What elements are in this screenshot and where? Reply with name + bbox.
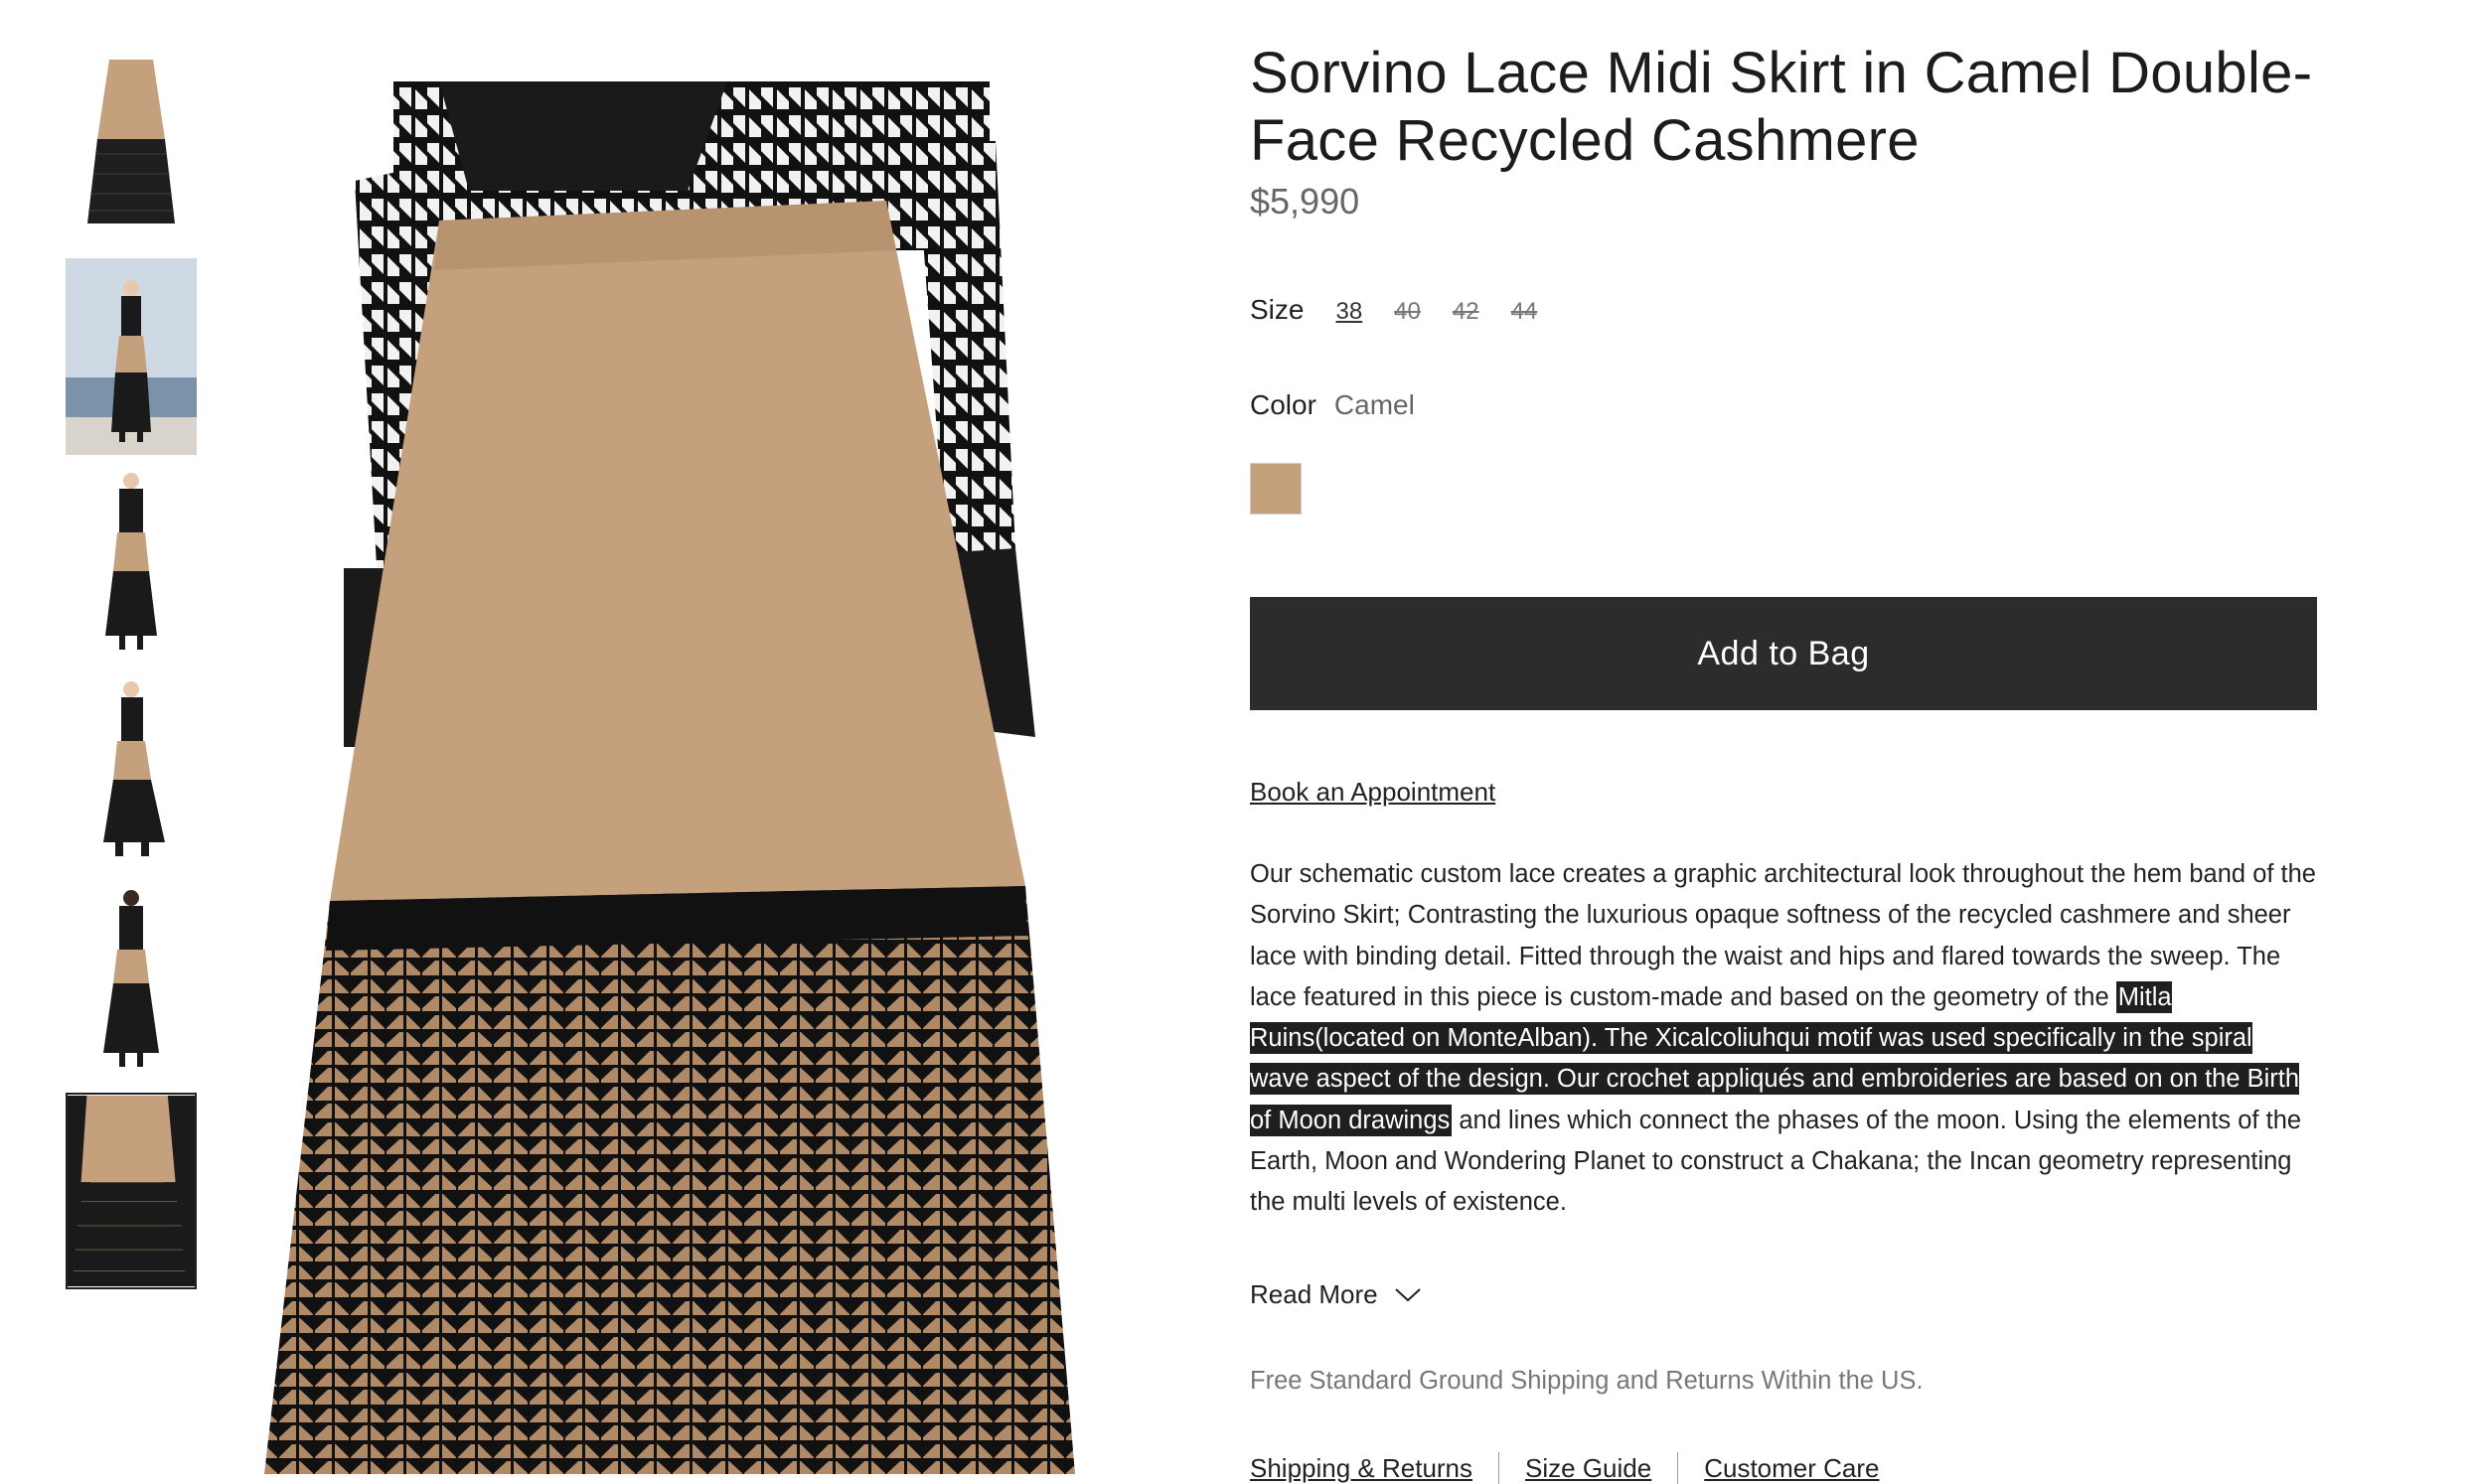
- thumbnail-model-side[interactable]: [66, 675, 197, 872]
- read-more-toggle[interactable]: Read More: [1250, 1279, 1422, 1310]
- product-info-panel: Sorvino Lace Midi Skirt in Camel Double-…: [1250, 40, 2317, 1484]
- thumbnail-skirt-flat[interactable]: [66, 50, 197, 246]
- shipping-returns-link[interactable]: Shipping & Returns: [1250, 1453, 1472, 1484]
- size-label: Size: [1250, 294, 1305, 325]
- color-swatch-camel[interactable]: [1250, 463, 1302, 515]
- thumbnail-model-beach[interactable]: [66, 258, 197, 455]
- product-description: Our schematic custom lace creates a grap…: [1250, 854, 2317, 1224]
- product-title: Sorvino Lace Midi Skirt in Camel Double-…: [1250, 41, 2313, 173]
- color-label: Color: [1250, 389, 1316, 420]
- product-price: $5,990: [1250, 181, 1360, 222]
- size-selector: Size 38 40 42 44: [1250, 294, 1537, 326]
- size-option-44[interactable]: 44: [1511, 298, 1538, 326]
- thumbnail-skirt-detail[interactable]: [66, 1093, 197, 1289]
- thumbnail-model-front[interactable]: [66, 467, 197, 664]
- size-option-40[interactable]: 40: [1394, 298, 1421, 326]
- size-guide-link[interactable]: Size Guide: [1525, 1453, 1651, 1484]
- chevron-down-icon: [1394, 1287, 1421, 1301]
- size-option-42[interactable]: 42: [1453, 298, 1479, 326]
- read-more-label: Read More: [1250, 1279, 1378, 1309]
- color-value: Camel: [1333, 389, 1415, 420]
- size-option-38[interactable]: 38: [1335, 298, 1362, 326]
- link-divider: [1498, 1452, 1500, 1484]
- footer-links: Shipping & Returns Size Guide Customer C…: [1250, 1452, 1880, 1484]
- thumbnail-model-back[interactable]: [66, 884, 197, 1081]
- main-product-image: [260, 81, 1115, 1474]
- shipping-note: Free Standard Ground Shipping and Return…: [1250, 1367, 1924, 1395]
- book-appointment-link[interactable]: Book an Appointment: [1250, 777, 1495, 808]
- add-to-bag-button[interactable]: Add to Bag: [1250, 597, 2317, 710]
- customer-care-link[interactable]: Customer Care: [1704, 1453, 1879, 1484]
- color-selector: Color Camel: [1250, 389, 1415, 421]
- link-divider: [1677, 1452, 1679, 1484]
